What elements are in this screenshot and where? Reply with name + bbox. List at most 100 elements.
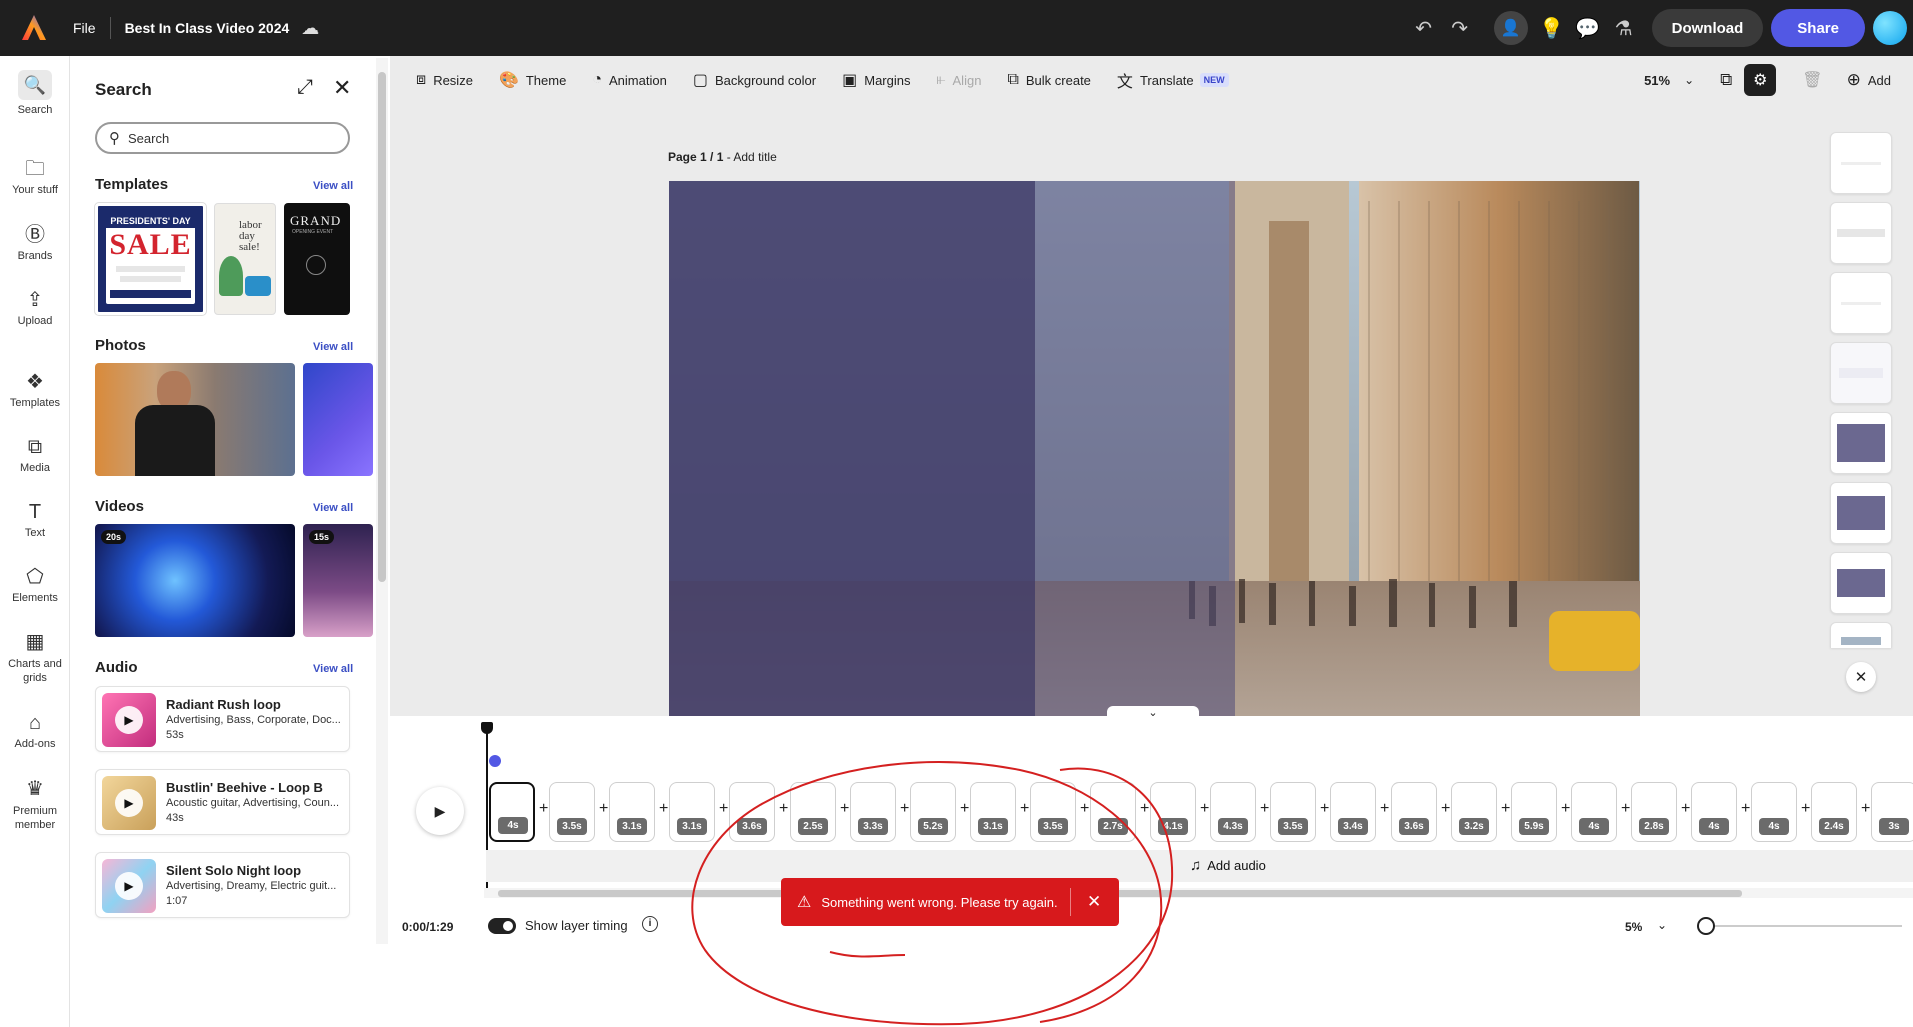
add-page-icon[interactable]: ⊕ [1847,70,1861,90]
timeline-scrollbar[interactable] [484,888,1913,898]
audio-view-all-link[interactable]: View all [313,663,353,675]
add-page-label[interactable]: Add [1868,73,1891,88]
rail-item-your-stuff[interactable]: 🗀 Your stuff [0,158,70,196]
timeline-clip[interactable]: 3.1s [970,782,1016,842]
close-thumbnails-icon[interactable]: ✕ [1846,662,1876,692]
align-button[interactable]: ⫦ Align [936,71,981,89]
rail-item-premium[interactable]: ♛ Premium member [0,778,70,832]
play-button[interactable]: ▶ [416,787,464,835]
add-clip-icon[interactable]: + [719,800,728,818]
add-clip-icon[interactable]: + [1320,800,1329,818]
timeline-clip[interactable]: 2.8s [1631,782,1677,842]
comment-icon[interactable]: 💬 [1570,16,1606,41]
document-title[interactable]: Best In Class Video 2024 [125,20,290,36]
copy-page-icon[interactable]: ⧉ [1720,70,1732,90]
show-layer-timing-toggle[interactable] [488,918,516,934]
photo-thumb-gradient[interactable] [303,363,373,476]
rail-item-upload[interactable]: ⇪ Upload [0,289,70,327]
info-icon[interactable]: i [642,916,658,932]
animation-button[interactable]: ◔ Animation [592,71,666,89]
add-clip-icon[interactable]: + [1140,800,1149,818]
timeline-clip[interactable]: 3.5s [1030,782,1076,842]
translate-button[interactable]: 文 Translate NEW [1117,68,1229,92]
timeline-clip[interactable]: 3.1s [609,782,655,842]
add-clip-icon[interactable]: + [1861,800,1870,818]
video-thumb-house[interactable]: 15s [303,524,373,637]
template-thumb-presidents-day[interactable]: PRESIDENTS' DAY SALE [95,203,206,315]
page-title[interactable]: Page 1 / 1 - Add title [668,150,777,164]
page-thumbnail[interactable] [1830,482,1892,544]
add-clip-icon[interactable]: + [779,800,788,818]
file-menu[interactable]: File [73,20,96,36]
profile-avatar[interactable] [1873,11,1907,45]
page-thumbnail[interactable] [1830,552,1892,614]
timeline-clip[interactable]: 4s [1751,782,1797,842]
play-icon[interactable]: ▶ [115,789,143,817]
chevron-down-icon[interactable]: ⌄ [1684,73,1694,87]
panel-scrollbar[interactable] [376,58,388,944]
flask-icon[interactable]: ⚗ [1606,16,1642,41]
timeline-clip[interactable]: 3s [1871,782,1913,842]
add-clip-icon[interactable]: + [1260,800,1269,818]
add-clip-icon[interactable]: + [1561,800,1570,818]
chevron-down-icon[interactable]: ⌄ [1657,918,1667,932]
page-thumbnail[interactable] [1830,202,1892,264]
trash-icon[interactable]: 🗑 [1802,70,1822,90]
play-icon[interactable]: ▶ [115,706,143,734]
page-thumbnail[interactable] [1830,342,1892,404]
add-clip-icon[interactable]: + [960,800,969,818]
photos-view-all-link[interactable]: View all [313,341,353,353]
cloud-sync-icon[interactable]: ☁ [301,18,319,39]
timeline-clip[interactable]: 3.3s [850,782,896,842]
background-color-button[interactable]: ▢ Background color [693,70,816,90]
timeline-clip[interactable]: 2.7s [1090,782,1136,842]
timeline-clip[interactable]: 4s [1571,782,1617,842]
timeline-clip[interactable]: 3.6s [729,782,775,842]
theme-button[interactable]: 🎨 Theme [499,70,566,90]
close-icon[interactable]: ✕ [1087,892,1101,912]
timeline-clip[interactable]: 4.3s [1210,782,1256,842]
video-thumb-bokeh[interactable]: 20s [95,524,295,637]
adobe-express-logo[interactable] [17,11,51,45]
add-clip-icon[interactable]: + [1801,800,1810,818]
page-thumbnail[interactable] [1830,412,1892,474]
photo-thumb-tshirt[interactable] [95,363,295,476]
timeline-clip[interactable]: 3.5s [1270,782,1316,842]
close-icon[interactable]: ✕ [333,75,351,101]
timeline-clip[interactable]: 4s [1691,782,1737,842]
timeline-marker[interactable] [489,755,501,767]
add-clip-icon[interactable]: + [840,800,849,818]
download-button[interactable]: Download [1651,9,1764,47]
add-clip-icon[interactable]: + [1501,800,1510,818]
timeline-clip[interactable]: 4.1s [1150,782,1196,842]
rail-item-brands[interactable]: Ⓑ Brands [0,224,70,262]
layers-toggle-icon[interactable]: ⚙ [1744,64,1777,96]
add-clip-icon[interactable]: + [900,800,909,818]
rail-item-text[interactable]: T Text [0,501,70,539]
timeline-clip[interactable]: 3.4s [1330,782,1376,842]
timeline-clip[interactable]: 5.2s [910,782,956,842]
rail-item-media[interactable]: ⧉ Media [0,436,70,474]
timeline-zoom-slider[interactable] [1706,925,1902,927]
margins-button[interactable]: ▣ Margins [842,70,910,90]
timeline-clip[interactable]: 4s [489,782,535,842]
timeline-clip[interactable]: 2.4s [1811,782,1857,842]
add-audio-button[interactable]: ♫ Add audio [1190,857,1266,874]
rail-item-elements[interactable]: ⬠ Elements [0,566,70,604]
timeline-clip[interactable]: 3.6s [1391,782,1437,842]
template-thumb-grand-opening[interactable]: GRAND OPENING EVENT [284,203,350,315]
timeline-zoom-level[interactable]: 5% [1625,920,1642,934]
add-clip-icon[interactable]: + [599,800,608,818]
timeline-clip[interactable]: 2.5s [790,782,836,842]
page-thumbnail[interactable] [1830,272,1892,334]
zoom-level[interactable]: 51% [1644,73,1670,88]
expand-icon[interactable]: ⤢ [297,76,313,99]
play-icon[interactable]: ▶ [115,872,143,900]
add-clip-icon[interactable]: + [1741,800,1750,818]
add-clip-icon[interactable]: + [1621,800,1630,818]
undo-icon[interactable]: ↶ [1406,16,1442,41]
design-canvas[interactable] [669,181,1640,716]
timeline-clip[interactable]: 3.2s [1451,782,1497,842]
rail-item-templates[interactable]: ❖ Templates [0,371,70,409]
timeline-clip[interactable]: 5.9s [1511,782,1557,842]
